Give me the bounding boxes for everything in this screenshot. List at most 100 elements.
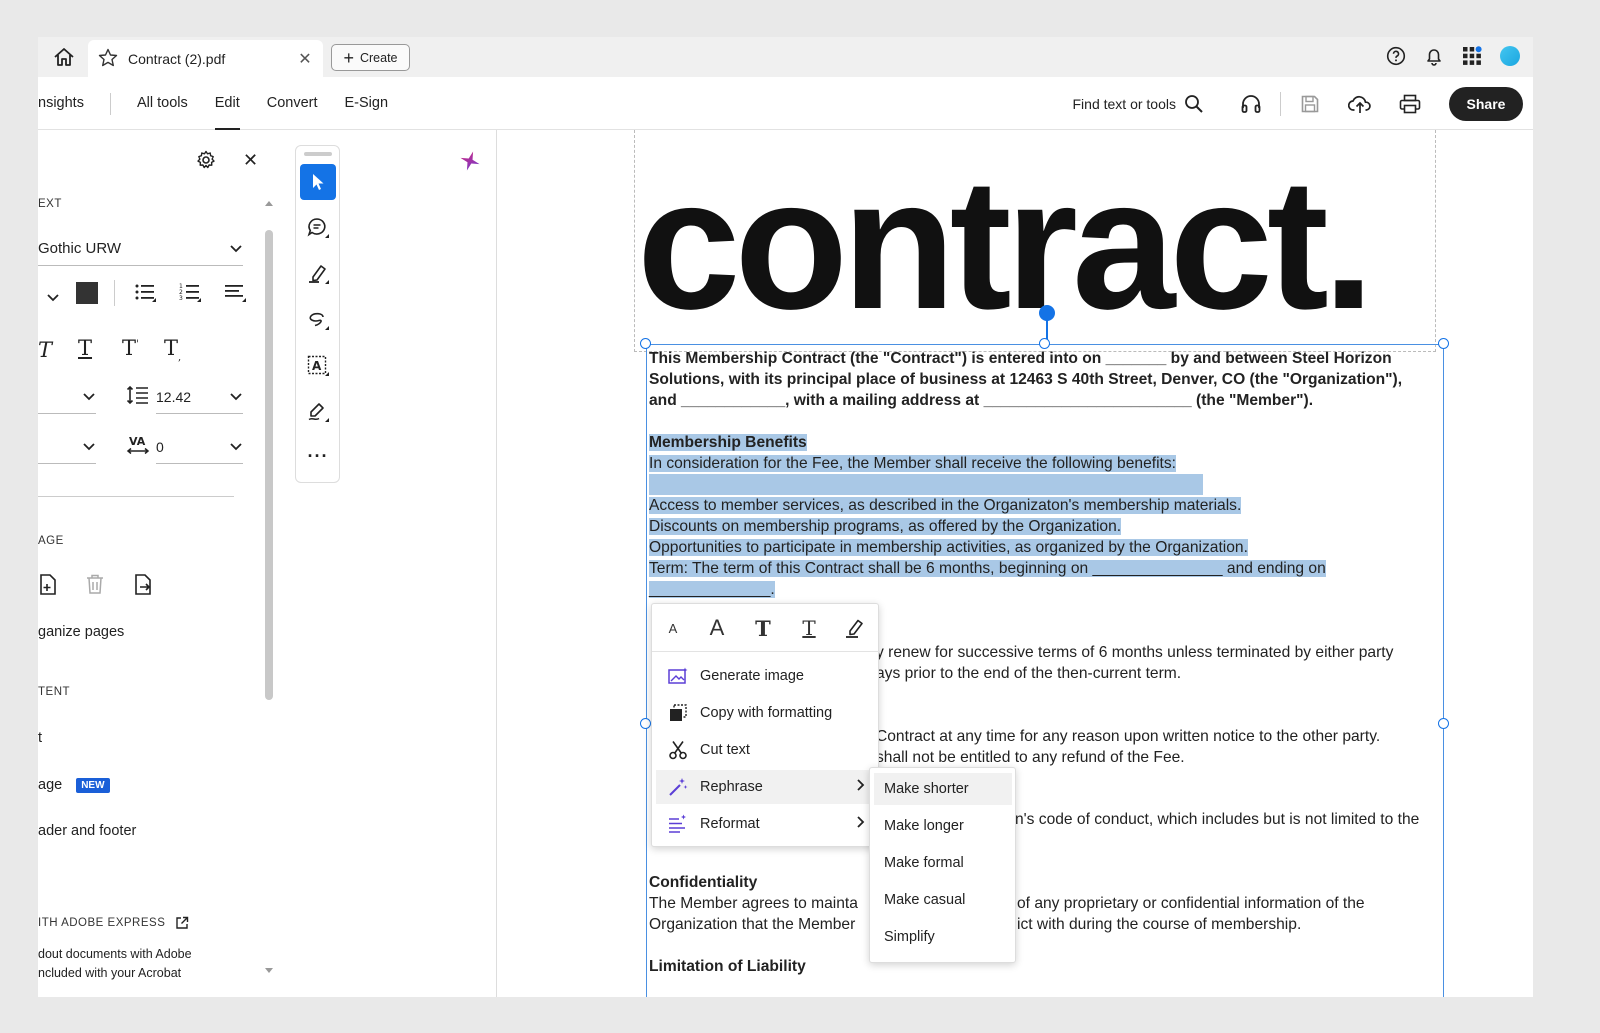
- panel-divider: [114, 280, 115, 306]
- confidentiality-line[interactable]: ict with during the course of membership…: [1017, 914, 1301, 935]
- share-button[interactable]: Share: [1449, 87, 1523, 121]
- add-text-item[interactable]: t: [38, 730, 42, 746]
- underline-text-icon[interactable]: T: [794, 614, 824, 642]
- highlight-tool-icon[interactable]: [300, 256, 336, 292]
- organize-pages-link[interactable]: ganize pages: [38, 624, 124, 640]
- tab-convert[interactable]: Convert: [267, 77, 318, 130]
- renew-line[interactable]: ays prior to the end of the then-current…: [876, 663, 1181, 684]
- print-icon[interactable]: [1398, 92, 1422, 116]
- select-tool-icon[interactable]: [300, 164, 336, 200]
- tab-esign[interactable]: E-Sign: [345, 77, 389, 130]
- font-family-select[interactable]: Gothic URW: [38, 232, 243, 266]
- drag-handle[interactable]: [304, 152, 332, 156]
- liability-heading[interactable]: Limitation of Liability: [649, 956, 806, 977]
- generate-image-item[interactable]: Generate image: [656, 659, 876, 693]
- star-icon[interactable]: [98, 48, 120, 70]
- confidentiality-line[interactable]: of any proprietary or confidential infor…: [1017, 893, 1365, 914]
- add-image-item[interactable]: age NEW: [38, 777, 110, 793]
- benefits-heading[interactable]: Membership Benefits: [649, 434, 807, 451]
- close-tab-icon[interactable]: ✕: [297, 49, 313, 69]
- confidentiality-line[interactable]: Organization that the Member: [649, 914, 855, 935]
- external-link-icon[interactable]: [175, 916, 189, 930]
- intro-line[interactable]: and ____________, with a mailing address…: [649, 390, 1313, 411]
- terminate-line[interactable]: Contract at any time for any reason upon…: [876, 726, 1380, 747]
- delete-page-icon[interactable]: [85, 573, 105, 598]
- find-label: Find text or tools: [1073, 96, 1177, 112]
- cloud-upload-icon[interactable]: [1348, 92, 1372, 116]
- line-spacing-select[interactable]: 12.42: [156, 380, 243, 414]
- header-footer-item[interactable]: ader and footer: [38, 823, 136, 839]
- text-color-pen-icon[interactable]: [840, 614, 870, 642]
- confidentiality-line[interactable]: The Member agrees to mainta: [649, 893, 858, 914]
- document-title[interactable]: contract.: [637, 130, 1369, 360]
- extract-page-icon[interactable]: [133, 573, 155, 600]
- underline-icon[interactable]: T: [78, 336, 92, 360]
- create-button[interactable]: + Create: [331, 44, 410, 71]
- character-spacing-select[interactable]: 0: [156, 430, 243, 464]
- numbered-list-icon[interactable]: 123: [179, 282, 203, 307]
- bell-icon[interactable]: [1423, 45, 1445, 67]
- document-tab[interactable]: Contract (2).pdf ✕: [88, 40, 323, 77]
- italic-icon[interactable]: T: [38, 338, 52, 362]
- apps-grid-icon[interactable]: [1461, 45, 1483, 67]
- align-left-icon[interactable]: [224, 282, 248, 307]
- bold-text-icon[interactable]: T: [748, 614, 778, 642]
- intro-line[interactable]: Solutions, with its principal place of b…: [649, 369, 1402, 390]
- simplify-item[interactable]: Simplify: [874, 921, 1012, 953]
- increase-font-icon[interactable]: A: [702, 614, 732, 642]
- cut-text-item[interactable]: Cut text: [656, 733, 876, 767]
- comment-tool-icon[interactable]: [300, 210, 336, 246]
- terminate-line[interactable]: shall not be entitled to any refund of t…: [876, 747, 1185, 768]
- draw-tool-icon[interactable]: [300, 302, 336, 338]
- resize-handle-ml[interactable]: [640, 718, 651, 729]
- decrease-font-icon[interactable]: A: [658, 614, 688, 642]
- user-avatar[interactable]: [1499, 45, 1521, 67]
- reformat-item[interactable]: Reformat: [656, 807, 876, 841]
- benefits-line[interactable]: Discounts on membership programs, as off…: [649, 518, 1121, 535]
- superscript-icon[interactable]: T': [122, 336, 139, 360]
- paragraph-spacing-select[interactable]: [38, 380, 96, 414]
- benefits-line[interactable]: In consideration for the Fee, the Member…: [649, 455, 1176, 472]
- resize-handle-tr[interactable]: [1438, 338, 1449, 349]
- close-panel-icon[interactable]: ✕: [243, 150, 258, 171]
- scale-select[interactable]: [38, 430, 96, 464]
- scroll-up-icon[interactable]: [264, 194, 274, 210]
- confidentiality-heading[interactable]: Confidentiality: [649, 872, 757, 893]
- bullet-list-icon[interactable]: [134, 282, 158, 307]
- benefits-line[interactable]: Access to member services, as described …: [649, 497, 1241, 514]
- term-line[interactable]: Term: The term of this Contract shall be…: [649, 560, 1326, 577]
- resize-handle-mr[interactable]: [1438, 718, 1449, 729]
- headphones-icon[interactable]: [1239, 92, 1263, 116]
- panel-scrollbar[interactable]: [265, 230, 273, 700]
- more-tools-icon[interactable]: ···: [300, 438, 336, 474]
- insert-page-icon[interactable]: [38, 573, 60, 600]
- sign-tool-icon[interactable]: [300, 394, 336, 430]
- tab-all-tools[interactable]: All tools: [137, 77, 188, 130]
- help-icon[interactable]: [1385, 45, 1407, 67]
- tab-insights[interactable]: nsights: [38, 77, 84, 130]
- save-icon[interactable]: [1298, 92, 1322, 116]
- term-line[interactable]: ______________.: [649, 581, 775, 598]
- benefits-line[interactable]: Opportunities to participate in membersh…: [649, 539, 1248, 556]
- make-formal-item[interactable]: Make formal: [874, 847, 1012, 879]
- make-longer-item[interactable]: Make longer: [874, 810, 1012, 842]
- find-text-tools[interactable]: Find text or tools: [1073, 94, 1205, 114]
- renew-line[interactable]: y renew for successive terms of 6 months…: [876, 642, 1393, 663]
- ai-assistant-icon[interactable]: [458, 149, 482, 178]
- make-shorter-item[interactable]: Make shorter: [874, 773, 1012, 805]
- intro-line[interactable]: This Membership Contract (the "Contract"…: [649, 348, 1392, 369]
- scroll-down-icon[interactable]: [264, 962, 274, 978]
- make-casual-item[interactable]: Make casual: [874, 884, 1012, 916]
- text-box-tool-icon[interactable]: A: [300, 348, 336, 384]
- conduct-line[interactable]: n's code of conduct, which includes but …: [1015, 809, 1419, 830]
- text-color-swatch[interactable]: [76, 282, 98, 304]
- font-size-chevron-icon[interactable]: [46, 290, 60, 306]
- svg-text:3: 3: [179, 295, 183, 302]
- subscript-icon[interactable]: T,: [164, 336, 181, 363]
- copy-with-formatting-item[interactable]: Copy with formatting: [656, 696, 876, 730]
- rephrase-item[interactable]: Rephrase: [656, 770, 876, 804]
- home-icon[interactable]: [46, 43, 82, 71]
- rotate-handle-icon[interactable]: [1039, 305, 1055, 321]
- gear-icon[interactable]: [196, 150, 216, 173]
- tab-edit[interactable]: Edit: [215, 77, 240, 130]
